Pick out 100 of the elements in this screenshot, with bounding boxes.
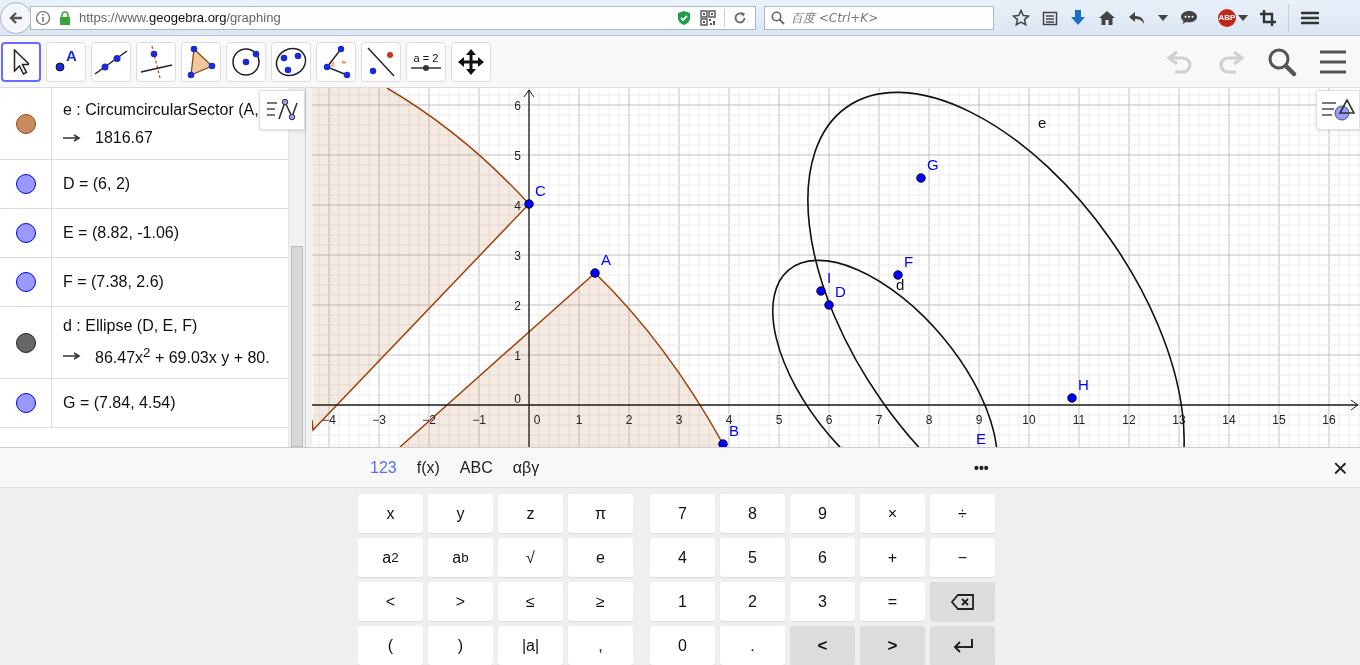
search-field[interactable]: 百度 <Ctrl+K> bbox=[764, 5, 994, 30]
more-button[interactable]: ••• bbox=[970, 455, 993, 480]
point-marker[interactable] bbox=[824, 300, 834, 310]
ellipse-tool-button[interactable] bbox=[271, 41, 311, 82]
perpendicular-tool-button[interactable] bbox=[136, 41, 176, 82]
keyboard-key[interactable]: − bbox=[930, 538, 995, 577]
algebra-definition[interactable]: D = (6, 2) bbox=[63, 175, 131, 193]
keyboard-key[interactable]: = bbox=[860, 582, 925, 621]
circle-tool-button[interactable] bbox=[226, 41, 266, 82]
visibility-toggle[interactable] bbox=[15, 174, 36, 194]
close-button[interactable]: × bbox=[1328, 454, 1352, 481]
keyboard-key[interactable]: ÷ bbox=[930, 494, 995, 533]
star-icon[interactable] bbox=[1012, 8, 1030, 27]
keyboard-key[interactable]: 8 bbox=[720, 494, 785, 533]
shield-check-icon[interactable] bbox=[676, 9, 692, 26]
tick-label: 8 bbox=[925, 413, 933, 427]
keyboard-key[interactable]: < bbox=[358, 582, 423, 621]
algebra-definition[interactable]: d : Ellipse (D, E, F) bbox=[63, 317, 270, 336]
visibility-toggle[interactable] bbox=[15, 393, 36, 413]
keyboard-key[interactable]: π bbox=[568, 494, 633, 533]
reply-arrow-icon[interactable] bbox=[1128, 9, 1146, 26]
ellipse-curve[interactable] bbox=[807, 91, 1185, 447]
arrow-key[interactable]: < bbox=[790, 626, 855, 665]
back-button[interactable] bbox=[0, 1, 32, 34]
point-marker[interactable] bbox=[590, 268, 600, 278]
keyboard-key[interactable]: 6 bbox=[790, 538, 855, 577]
keyboard-key[interactable]: . bbox=[720, 626, 785, 665]
keyboard-tab[interactable]: 123 bbox=[362, 454, 405, 481]
point-tool-button[interactable]: A bbox=[46, 41, 86, 82]
keyboard-key[interactable]: 1 bbox=[650, 582, 715, 621]
keyboard-key[interactable]: x bbox=[358, 494, 423, 533]
keyboard-key[interactable]: 4 bbox=[650, 538, 715, 577]
keyboard-tab[interactable]: ABC bbox=[451, 454, 501, 481]
keyboard-key[interactable]: > bbox=[428, 582, 493, 621]
adblock-badge[interactable]: ABP bbox=[1218, 8, 1236, 27]
point-label: I bbox=[827, 269, 832, 286]
keyboard-key[interactable]: ) bbox=[428, 626, 493, 665]
algebra-style-button[interactable] bbox=[259, 90, 305, 130]
keyboard-key[interactable]: , bbox=[568, 626, 633, 665]
reading-list-icon[interactable] bbox=[1042, 9, 1058, 26]
keyboard-tab[interactable]: αβγ bbox=[504, 454, 548, 481]
point-marker[interactable] bbox=[1067, 393, 1077, 403]
tick-label: 14 bbox=[1222, 413, 1236, 427]
point-marker[interactable] bbox=[718, 439, 728, 447]
reload-icon[interactable] bbox=[733, 10, 747, 25]
home-icon[interactable] bbox=[1098, 9, 1116, 26]
keyboard-tab[interactable]: f(x) bbox=[408, 454, 448, 481]
speech-bubble-icon[interactable] bbox=[1180, 9, 1198, 26]
download-icon[interactable] bbox=[1070, 8, 1086, 27]
keyboard-key[interactable]: |a| bbox=[498, 626, 563, 665]
keyboard-key[interactable]: z bbox=[498, 494, 563, 533]
pan-tool-button[interactable] bbox=[451, 41, 491, 82]
point-marker[interactable] bbox=[916, 173, 926, 183]
point-marker[interactable] bbox=[816, 286, 826, 296]
arrow-key[interactable]: > bbox=[860, 626, 925, 665]
move-tool-button[interactable] bbox=[1, 41, 41, 82]
keyboard-key[interactable]: × bbox=[860, 494, 925, 533]
caret-icon[interactable] bbox=[1158, 14, 1168, 21]
tick-label: 9 bbox=[975, 413, 983, 427]
reflect-tool-button[interactable] bbox=[361, 41, 401, 82]
slider-tool-button[interactable]: a = 2 bbox=[406, 41, 446, 82]
qr-code-icon[interactable] bbox=[700, 9, 716, 26]
point-marker[interactable] bbox=[893, 270, 903, 280]
keyboard-key[interactable]: ( bbox=[358, 626, 423, 665]
keyboard-key[interactable]: √ bbox=[498, 538, 563, 577]
tick-label: 4 bbox=[514, 199, 521, 213]
keyboard-key[interactable]: 3 bbox=[790, 582, 855, 621]
line-tool-button[interactable] bbox=[91, 41, 131, 82]
algebra-definition[interactable]: E = (8.82, -1.06) bbox=[63, 224, 180, 242]
keyboard-key[interactable]: y bbox=[428, 494, 493, 533]
enter-key[interactable] bbox=[930, 626, 995, 665]
keyboard-key[interactable]: 5 bbox=[720, 538, 785, 577]
address-bar[interactable]: https://www.geogebra.org/graphing bbox=[30, 5, 756, 30]
keyboard-key[interactable]: + bbox=[860, 538, 925, 577]
ellipse-curve[interactable] bbox=[771, 259, 999, 447]
backspace-key[interactable] bbox=[930, 582, 995, 621]
menu-icon[interactable] bbox=[1301, 9, 1319, 26]
algebra-definition[interactable]: e : CircumcircularSector (A, bbox=[63, 100, 259, 119]
angle-tool-button[interactable] bbox=[316, 41, 356, 82]
visibility-toggle[interactable] bbox=[15, 223, 36, 243]
algebra-definition[interactable]: F = (7.38, 2.6) bbox=[63, 273, 164, 291]
keyboard-key[interactable]: 2 bbox=[720, 582, 785, 621]
keyboard-key[interactable]: e bbox=[568, 538, 633, 577]
graphics-style-button[interactable] bbox=[1316, 90, 1360, 130]
keyboard-key[interactable]: 0 bbox=[650, 626, 715, 665]
polygon-tool-button[interactable] bbox=[181, 41, 221, 82]
redo-icon bbox=[1216, 48, 1246, 75]
keyboard-key[interactable]: ≤ bbox=[498, 582, 563, 621]
keyboard-key[interactable]: ≥ bbox=[568, 582, 633, 621]
algebra-definition[interactable]: G = (7.84, 4.54) bbox=[63, 394, 176, 412]
visibility-toggle[interactable] bbox=[15, 272, 36, 292]
visibility-toggle[interactable] bbox=[15, 113, 36, 134]
caret-icon[interactable] bbox=[1238, 14, 1248, 21]
info-icon[interactable] bbox=[35, 9, 51, 26]
keyboard-key[interactable]: 7 bbox=[650, 494, 715, 533]
keyboard-key[interactable]: 9 bbox=[790, 494, 855, 533]
scrollbar-thumb[interactable] bbox=[291, 246, 303, 447]
point-marker[interactable] bbox=[524, 199, 534, 209]
crop-icon[interactable] bbox=[1260, 9, 1276, 26]
visibility-toggle[interactable] bbox=[15, 332, 36, 353]
